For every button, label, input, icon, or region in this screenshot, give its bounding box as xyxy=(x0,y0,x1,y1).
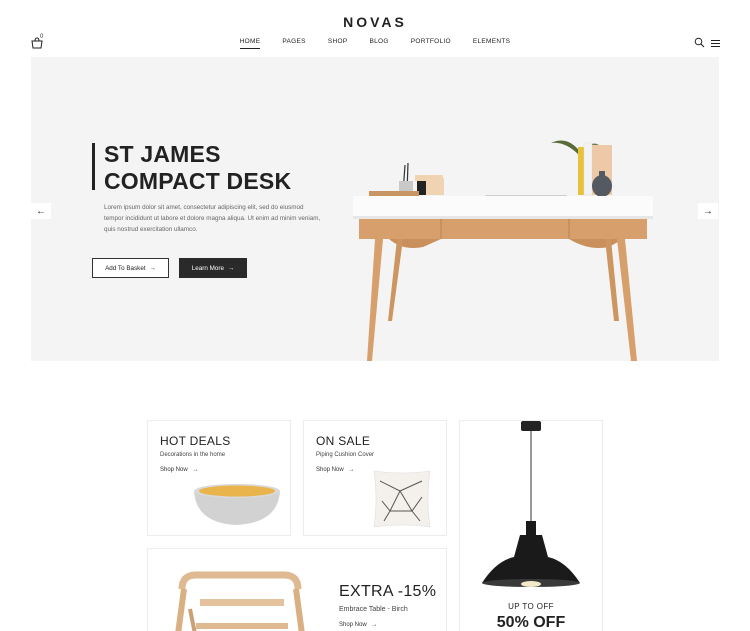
arrow-right-icon: → xyxy=(348,467,355,473)
hot-deals-title: HOT DEALS xyxy=(160,434,231,448)
arrow-right-icon: → xyxy=(192,467,199,473)
on-sale-title: ON SALE xyxy=(316,434,371,448)
site-logo[interactable]: NOVAS xyxy=(0,14,750,30)
hero-title-line1: ST JAMES xyxy=(104,141,221,167)
arrow-left-icon: ← xyxy=(36,205,46,217)
extra-discount-card[interactable]: EXTRA -15% Embrace Table - Birch Shop No… xyxy=(147,548,447,631)
extra-shop-now-link[interactable]: Shop Now → xyxy=(339,622,377,628)
learn-more-label: Learn More xyxy=(191,264,224,272)
add-to-basket-label: Add To Basket xyxy=(105,264,146,272)
hero-description: Lorem ipsum dolor sit amet, consectetur … xyxy=(104,204,321,233)
nav-home[interactable]: HOME xyxy=(239,38,261,49)
nav-blog[interactable]: BLOG xyxy=(369,38,388,49)
hero-title-line2: COMPACT DESK xyxy=(104,168,292,194)
shop-now-label: Shop Now xyxy=(316,467,344,473)
slider-prev-button[interactable]: ← xyxy=(31,203,51,219)
hamburger-menu-icon[interactable] xyxy=(711,40,720,47)
birch-table-image xyxy=(175,571,305,631)
page: NOVAS 0 HOME PAGES SHOP BLOG PORTFOLIO E… xyxy=(0,0,750,631)
arrow-right-icon: → xyxy=(227,264,235,272)
nav-elements[interactable]: ELEMENTS xyxy=(473,38,510,49)
extra-title: EXTRA -15% xyxy=(339,583,437,600)
lamp-promo-card[interactable]: UP TO OFF 50% OFF xyxy=(459,420,603,631)
desk-product-image xyxy=(353,140,653,361)
pendant-lamp-image xyxy=(482,421,580,587)
on-sale-subtitle: Piping Cushion Cover xyxy=(316,452,375,458)
hot-deals-subtitle: Decorations in the home xyxy=(160,452,226,458)
arrow-right-icon: → xyxy=(149,264,156,272)
lamp-discount-percent: 50% OFF xyxy=(496,614,566,631)
search-icon[interactable] xyxy=(694,37,705,48)
arrow-right-icon: → xyxy=(703,205,713,217)
lamp-upto-label: UP TO OFF xyxy=(508,602,554,611)
bowl-product-image xyxy=(194,484,280,525)
add-to-basket-button[interactable]: Add To Basket → xyxy=(92,258,169,278)
shop-now-label: Shop Now xyxy=(339,622,367,628)
title-accent-bar xyxy=(92,143,95,190)
hero-slider: ST JAMES COMPACT DESK Lorem ipsum dolor … xyxy=(31,57,719,361)
on-sale-card[interactable]: ON SALE Piping Cushion Cover Shop Now → xyxy=(303,420,447,536)
slider-next-button[interactable]: → xyxy=(698,203,718,219)
shop-now-label: Shop Now xyxy=(160,467,188,473)
hero-title: ST JAMES COMPACT DESK xyxy=(104,141,291,195)
hot-deals-card[interactable]: HOT DEALS Decorations in the home Shop N… xyxy=(147,420,291,536)
on-sale-shop-now-link[interactable]: Shop Now → xyxy=(316,467,354,473)
nav-pages[interactable]: PAGES xyxy=(282,38,305,49)
extra-subtitle: Embrace Table - Birch xyxy=(339,606,408,613)
cushion-product-image xyxy=(373,470,431,528)
nav-portfolio[interactable]: PORTFOLIO xyxy=(411,38,451,49)
learn-more-button[interactable]: Learn More → xyxy=(179,258,247,278)
nav-shop[interactable]: SHOP xyxy=(328,38,348,49)
hot-deals-shop-now-link[interactable]: Shop Now → xyxy=(160,467,198,473)
main-nav: HOME PAGES SHOP BLOG PORTFOLIO ELEMENTS xyxy=(0,38,750,49)
arrow-right-icon: → xyxy=(371,622,378,628)
